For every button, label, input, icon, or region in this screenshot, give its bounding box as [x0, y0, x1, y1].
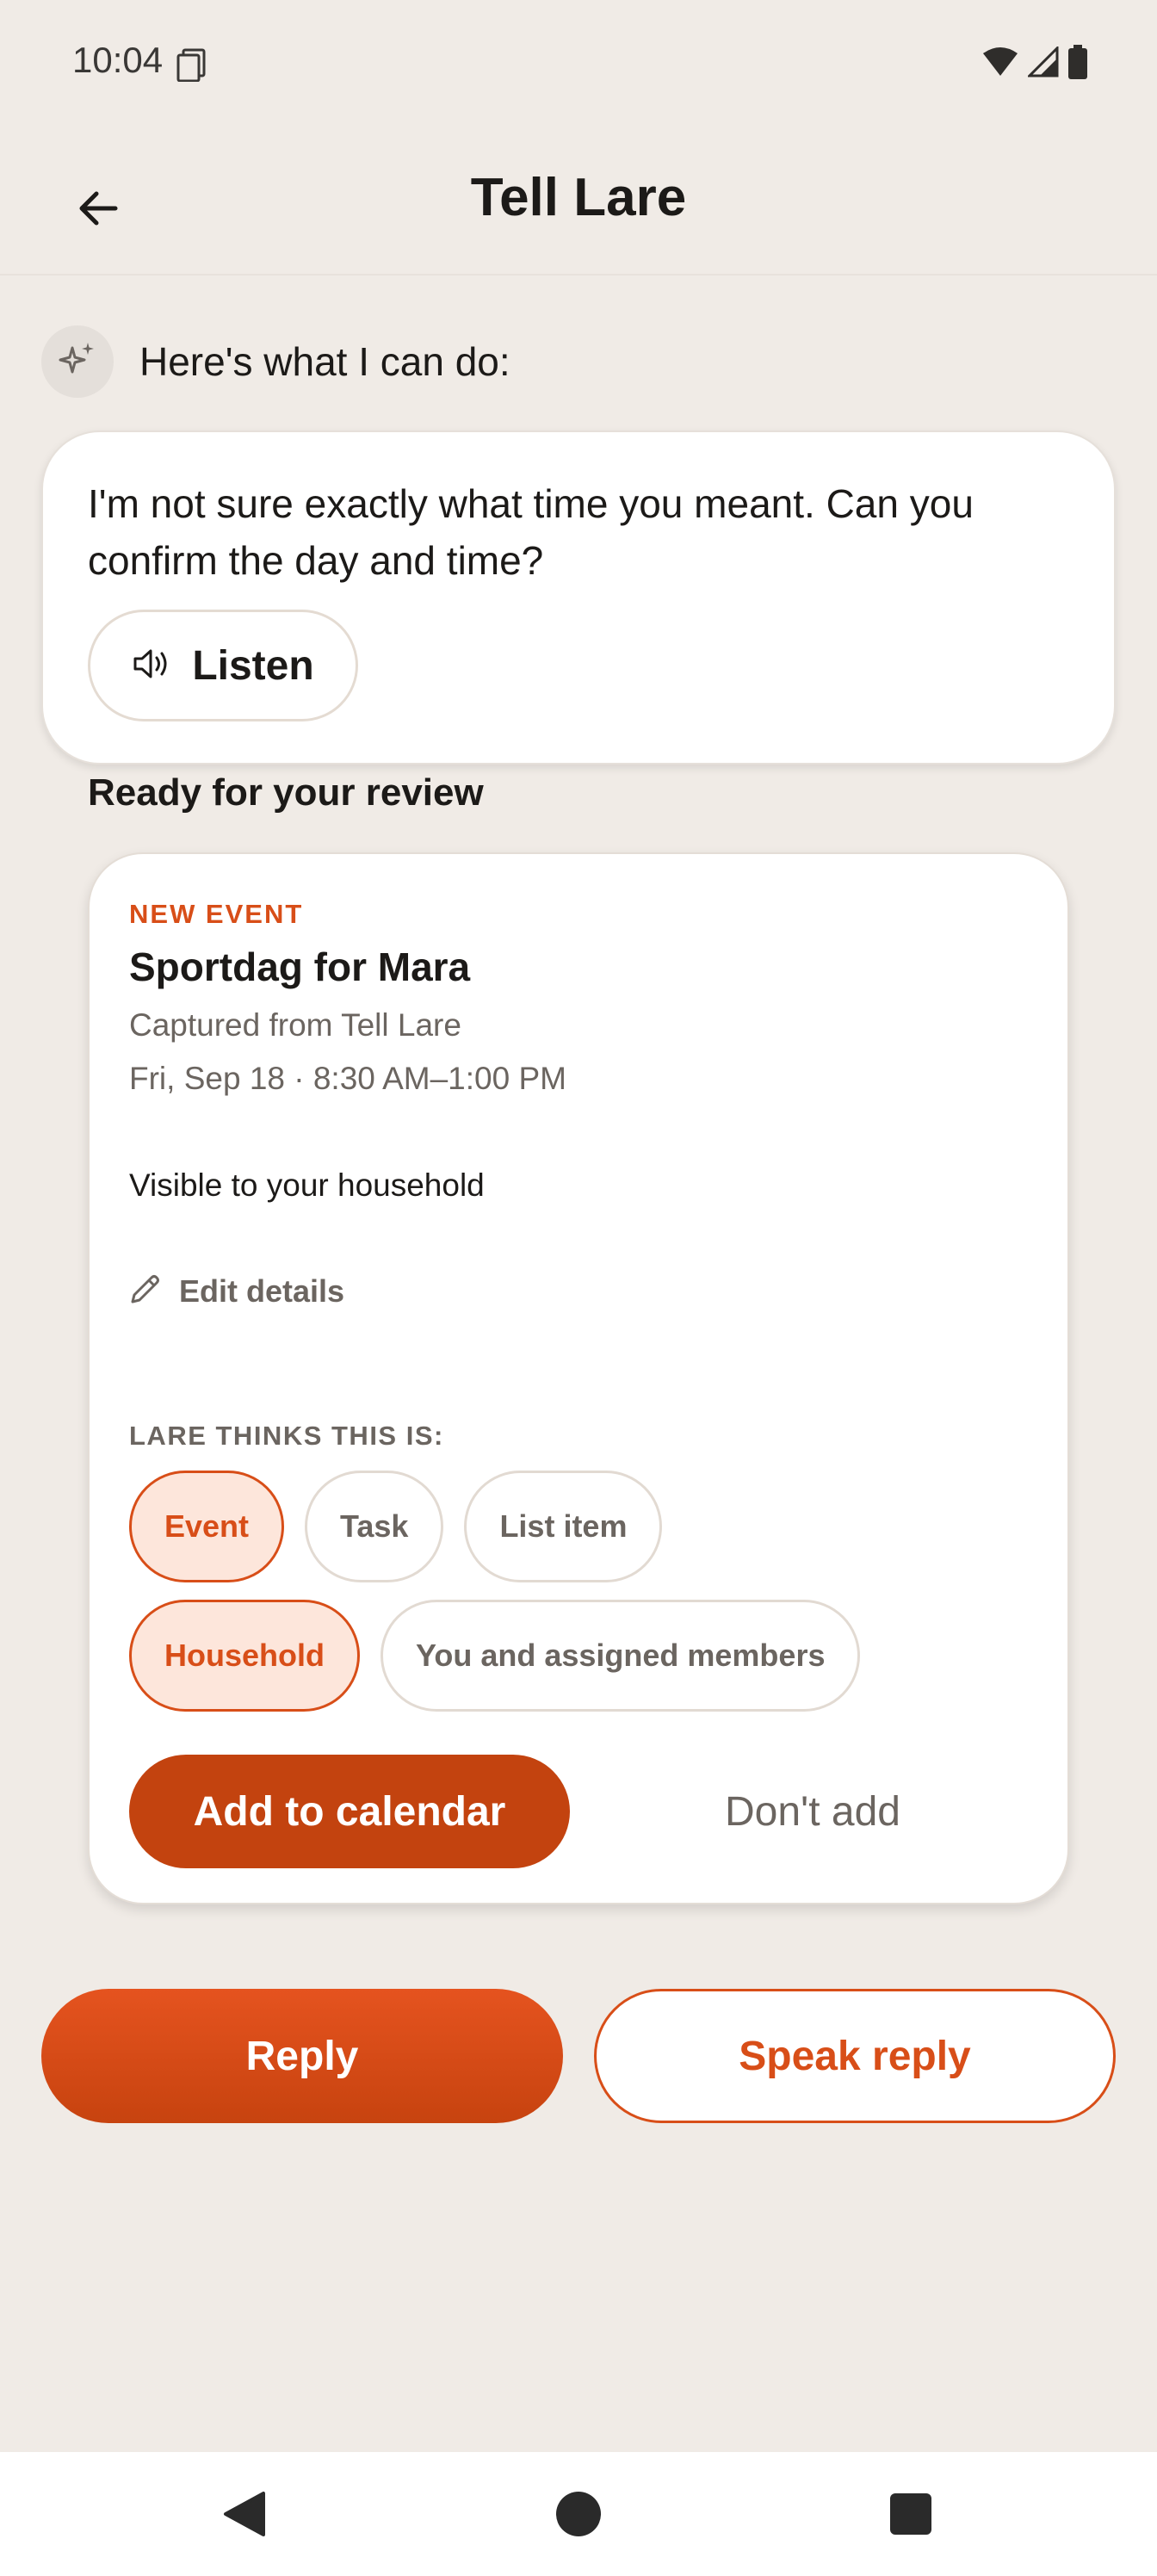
nav-back-icon[interactable] — [220, 2490, 269, 2542]
event-source: Captured from Tell Lare — [129, 1007, 461, 1043]
system-nav-bar — [0, 2452, 1157, 2576]
chip-you-and-assigned-members[interactable]: You and assigned members — [381, 1600, 861, 1712]
assistant-message-bubble: I'm not sure exactly what time you meant… — [41, 430, 1116, 765]
assistant-avatar — [41, 325, 114, 398]
assistant-message: I'm not sure exactly what time you meant… — [88, 481, 974, 583]
assistant-intro-text: Here's what I can do: — [139, 339, 510, 384]
pencil-icon — [127, 1271, 164, 1311]
event-title: Sportdag for Mara — [129, 944, 471, 989]
status-icons — [981, 45, 1088, 84]
reply-button[interactable]: Reply — [41, 1989, 563, 2123]
review-card: NEW EVENT Sportdag for Mara Captured fro… — [88, 852, 1069, 1904]
app-bar: Tell Lare — [0, 129, 1157, 276]
classification-label: LARE THINKS THIS IS: — [129, 1421, 444, 1451]
edit-details-label: Edit details — [179, 1273, 345, 1309]
signal-icon — [1026, 45, 1059, 82]
sim-card-icon — [176, 47, 207, 83]
listen-label: Listen — [192, 642, 314, 689]
type-chip-row: Event Task List item — [129, 1471, 663, 1582]
review-heading: Ready for your review — [88, 771, 484, 814]
speaker-icon — [132, 647, 171, 685]
listen-button[interactable]: Listen — [88, 610, 358, 721]
speak-reply-button[interactable]: Speak reply — [594, 1989, 1116, 2123]
battery-icon — [1067, 45, 1088, 84]
nav-recents-icon[interactable] — [890, 2493, 931, 2535]
add-to-calendar-button[interactable]: Add to calendar — [129, 1755, 570, 1868]
audience-chip-row: Household You and assigned members — [129, 1600, 861, 1712]
assistant-intro-row: Here's what I can do: — [41, 325, 510, 398]
page-title: Tell Lare — [470, 168, 687, 227]
event-visibility: Visible to your household — [129, 1167, 485, 1203]
sparkle-icon — [57, 339, 98, 385]
nav-home-icon[interactable] — [556, 2492, 601, 2536]
chip-task[interactable]: Task — [305, 1471, 444, 1582]
event-datetime: Fri, Sep 18 · 8:30 AM–1:00 PM — [129, 1061, 566, 1096]
edit-details-button[interactable]: Edit details — [127, 1271, 344, 1311]
card-kicker: NEW EVENT — [129, 899, 304, 929]
wifi-icon — [981, 46, 1019, 82]
chip-list-item[interactable]: List item — [464, 1471, 663, 1582]
status-bar: 10:04 — [0, 0, 1157, 129]
dont-add-button[interactable]: Don't add — [658, 1755, 968, 1868]
chip-household[interactable]: Household — [129, 1600, 360, 1712]
status-time: 10:04 — [72, 40, 164, 80]
chip-event[interactable]: Event — [129, 1471, 285, 1582]
